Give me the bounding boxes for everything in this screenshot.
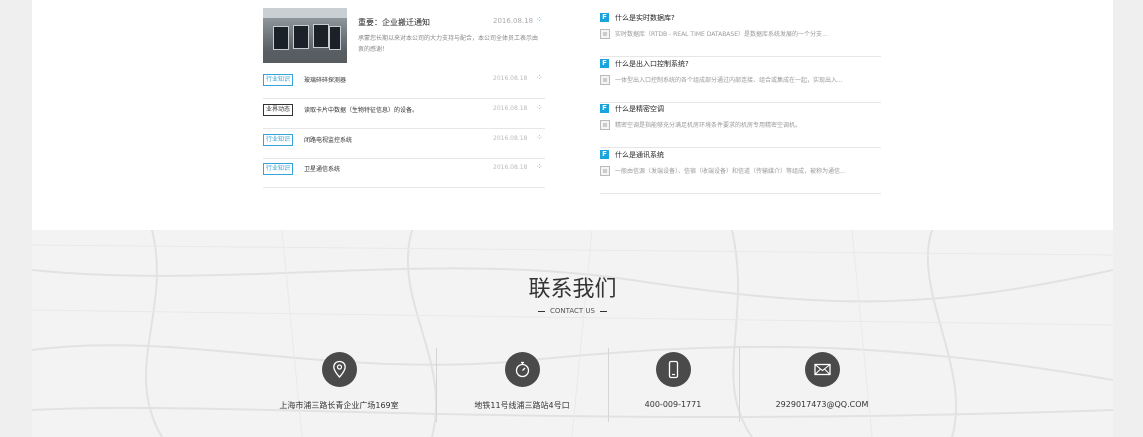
news-tag: 行业知识 xyxy=(263,134,294,146)
news-title[interactable]: 读取卡片中数据（生物特征信息）的设备。 xyxy=(304,105,418,114)
faq-badge-icon: F xyxy=(600,150,609,159)
faq-answer: 一体型出入口控制系统的各个组成部分通过内部连接、组合或集成在一起，实现出入... xyxy=(615,77,843,84)
faq-question[interactable]: 什么是出入口控制系统? xyxy=(615,59,689,69)
contact-text: 上海市浦三路长青企业广场169室 xyxy=(279,401,399,410)
contact-email: 2929017473@QQ.COM xyxy=(722,352,922,409)
faq-item[interactable]: F 什么是实时数据库? 实时数据库（RTDB - REAL TIME DATAB… xyxy=(600,10,881,57)
faq-badge-icon: F xyxy=(600,13,609,22)
contact-title: 联系我们 xyxy=(528,277,617,302)
faq-question[interactable]: 什么是精密空调 xyxy=(615,104,664,114)
featured-news-date: 2016.08.18 xyxy=(493,17,534,25)
faq-answer: 一般由信源（发端设备）、信宿（收端设备）和信道（传输媒介）等组成，被称为通信..… xyxy=(615,168,846,175)
news-tag: 业界动态 xyxy=(263,104,294,116)
news-title[interactable]: 玻璃碎碎探测器 xyxy=(304,75,346,84)
featured-news-thumbnail[interactable] xyxy=(263,8,347,63)
mobile-phone-icon xyxy=(655,352,691,387)
contact-section: 联系我们 CONTACT US 上海市浦三路长青企业广场169室 地铁11号线浦… xyxy=(32,230,1113,437)
news-title[interactable]: 卫星通信系统 xyxy=(304,164,340,173)
contact-subtitle-text: CONTACT US xyxy=(550,307,595,315)
news-date: 2016.08.18 xyxy=(493,105,528,112)
news-title[interactable]: 闭路电视监控系统 xyxy=(304,135,352,144)
more-arrow-icon[interactable]: ⁘ xyxy=(536,73,543,82)
featured-news-title[interactable]: 重要：企业搬迁通知 xyxy=(358,17,430,28)
featured-news-desc: 承蒙您长期以来对本公司的大力支持与配合，本公司全体员工表示由衷的感谢！ xyxy=(358,35,539,53)
news-row[interactable]: 行业知识 闭路电视监控系统 2016.08.18 ⁘ xyxy=(263,129,545,159)
answer-icon xyxy=(600,166,610,176)
news-tag: 行业知识 xyxy=(263,163,294,175)
contact-subtitle: CONTACT US xyxy=(32,307,1113,315)
news-tag: 行业知识 xyxy=(263,74,294,86)
faq-item[interactable]: F 什么是出入口控制系统? 一体型出入口控制系统的各个组成部分通过内部连接、组合… xyxy=(600,56,881,103)
more-arrow-icon[interactable]: ⁘ xyxy=(536,103,543,112)
answer-icon xyxy=(600,75,610,85)
more-arrow-icon[interactable]: ⁘ xyxy=(536,15,543,24)
answer-icon xyxy=(600,29,610,39)
contact-address: 上海市浦三路长青企业广场169室 xyxy=(239,352,439,411)
news-date: 2016.08.18 xyxy=(493,164,528,171)
more-arrow-icon[interactable]: ⁘ xyxy=(536,162,543,171)
news-date: 2016.08.18 xyxy=(493,135,528,142)
faq-answer: 精密空调是指能够充分满足机房环境条件要求的机房专用精密空调机。 xyxy=(615,122,802,129)
more-arrow-icon[interactable]: ⁘ xyxy=(536,133,543,142)
stopwatch-icon xyxy=(504,352,540,387)
location-pin-icon xyxy=(321,352,357,387)
featured-news[interactable]: 重要：企业搬迁通知 2016.08.18 ⁘ 承蒙您长期以来对本公司的大力支持与… xyxy=(263,8,545,64)
contact-text[interactable]: 2929017473@QQ.COM xyxy=(722,400,922,409)
envelope-icon xyxy=(804,352,840,387)
faq-item[interactable]: F 什么是通讯系统 一般由信源（发端设备）、信宿（收端设备）和信道（传输媒介）等… xyxy=(600,147,881,194)
faq-question[interactable]: 什么是通讯系统 xyxy=(615,150,664,160)
news-panel xyxy=(32,0,1113,230)
answer-icon xyxy=(600,120,610,130)
news-row[interactable]: 行业知识 卫星通信系统 2016.08.18 ⁘ xyxy=(263,158,545,188)
faq-question[interactable]: 什么是实时数据库? xyxy=(615,13,675,23)
news-row[interactable]: 行业知识 玻璃碎碎探测器 2016.08.18 ⁘ xyxy=(263,69,545,99)
faq-badge-icon: F xyxy=(600,104,609,113)
faq-answer: 实时数据库（RTDB - REAL TIME DATABASE）是数据库系统发展… xyxy=(615,31,828,38)
news-row[interactable]: 业界动态 读取卡片中数据（生物特征信息）的设备。 2016.08.18 ⁘ xyxy=(263,99,545,129)
faq-badge-icon: F xyxy=(600,59,609,68)
faq-item[interactable]: F 什么是精密空调 精密空调是指能够充分满足机房环境条件要求的机房专用精密空调机… xyxy=(600,101,881,148)
news-date: 2016.08.18 xyxy=(493,75,528,82)
